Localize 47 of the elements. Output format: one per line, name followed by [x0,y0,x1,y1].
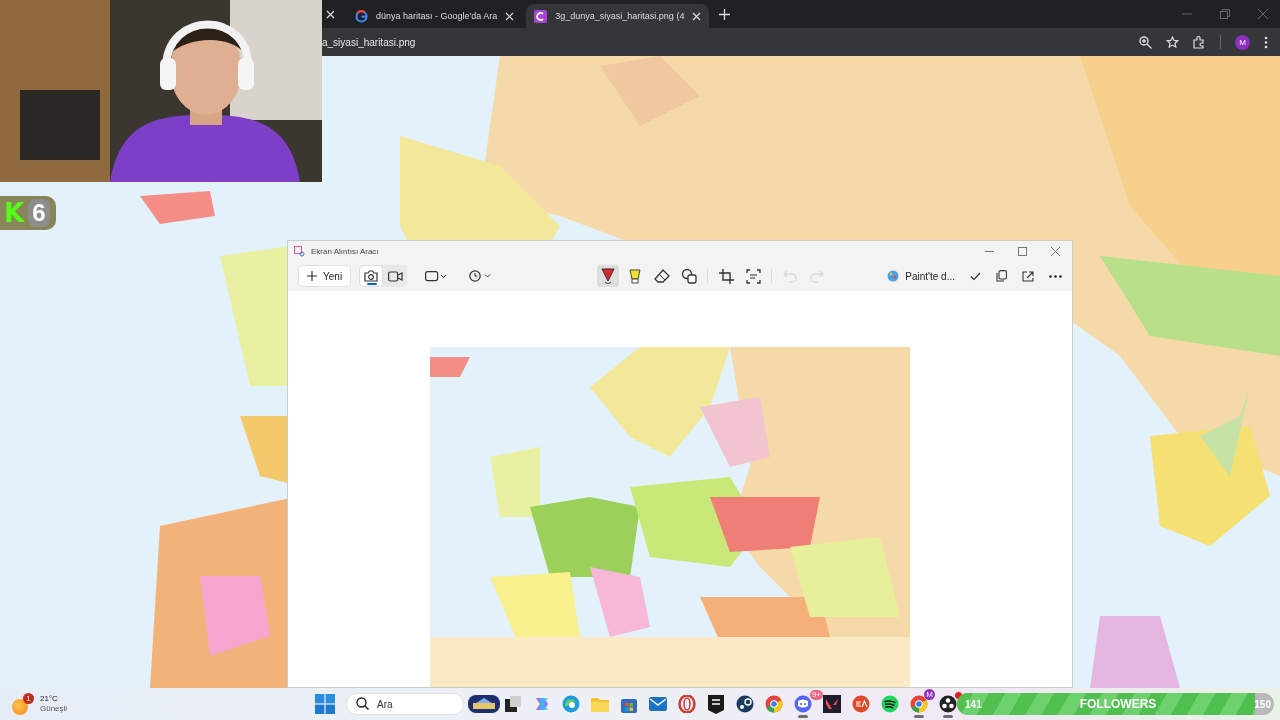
taskbar-app[interactable] [823,695,842,713]
taskbar-app[interactable] [939,695,958,713]
taskbar-app[interactable] [708,694,725,714]
weather-icon[interactable] [12,699,28,715]
puzzle-icon[interactable] [1193,35,1206,49]
browser-tab[interactable]: dünya haritası - Google'da Ara [347,4,523,28]
follower-label: FOLLOWERS [1079,697,1157,711]
start-button[interactable] [315,694,336,714]
restore-icon[interactable] [1220,9,1230,19]
spotify-icon [881,695,900,713]
mail-icon [649,695,668,713]
search-icon [356,697,370,710]
zoom-icon[interactable] [1139,35,1152,49]
steam-icon [736,695,755,713]
chrome-icon [910,695,929,713]
taskbar-app[interactable] [736,695,755,713]
app-badge: M [924,689,936,700]
taskbar-app[interactable] [468,695,501,713]
profile-avatar[interactable]: M [1235,34,1250,50]
star-icon[interactable] [1166,35,1179,49]
v-logo-icon [823,695,842,713]
taskbar-app[interactable] [881,695,900,713]
image-file-icon [534,9,548,23]
new-tab-icon[interactable] [719,8,731,20]
more-icon[interactable] [1264,35,1268,49]
search-field[interactable]: Ara [346,693,465,715]
task-view-icon [505,696,522,712]
folder-icon [591,696,610,712]
follower-goal: 150 [1254,698,1271,710]
ea-icon [852,695,871,713]
edge-icon [562,695,581,713]
ring-icon [678,695,697,713]
obs-icon [939,695,958,713]
temperature-text: 21°C [40,694,59,704]
chrome-icon [765,695,784,713]
taskbar-app[interactable] [505,696,522,712]
app-badge: 9+ [809,690,824,700]
google-icon [355,9,368,23]
weather-condition: Güneşli [40,704,68,714]
address-field[interactable]: a_siyasi_haritasi.png [322,36,1139,48]
cityscape-icon [468,695,501,713]
notification-badge: 1 [23,693,34,704]
windows-logo-icon [315,694,336,714]
follower-count: 141 [965,698,982,710]
browser-tab[interactable]: 3g_dunya_siyasi_haritasi.png (4 [526,4,710,28]
shield-icon [708,694,725,714]
discord-icon [794,695,813,713]
